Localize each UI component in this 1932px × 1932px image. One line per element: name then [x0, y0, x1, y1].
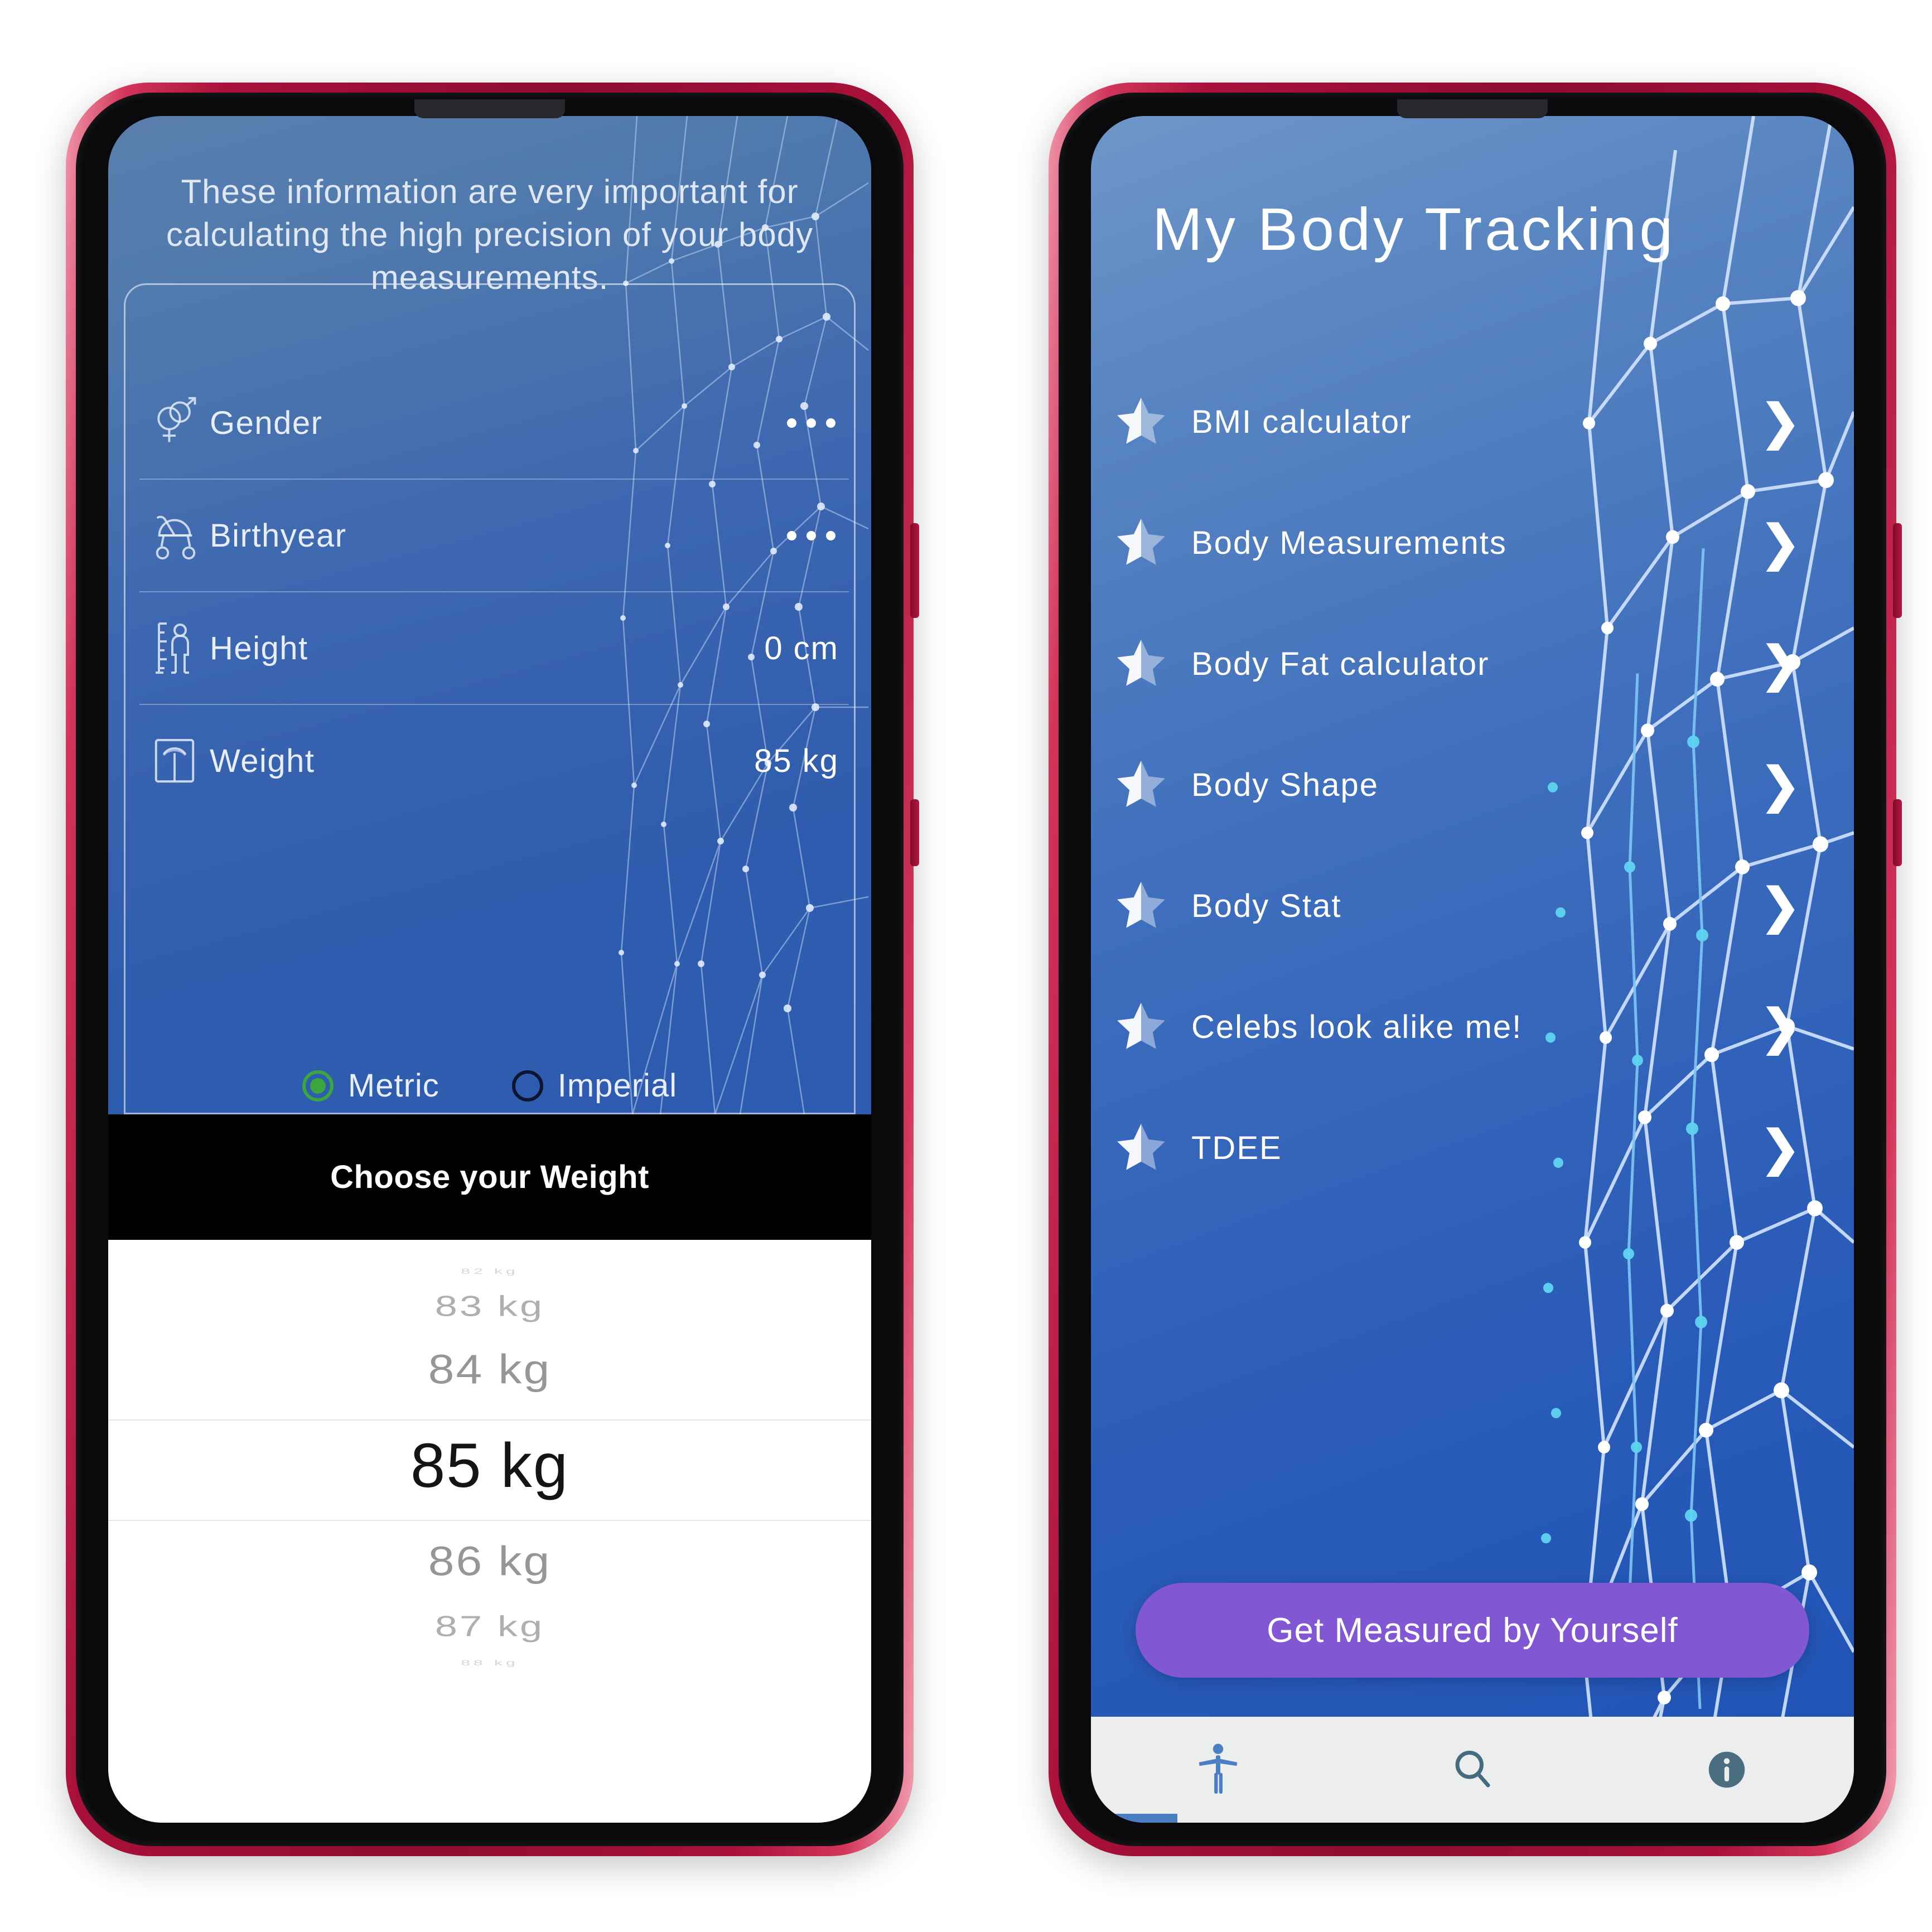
- weight-picker-wheel[interactable]: 82 kg 83 kg 84 kg 85 kg 86 kg 87 kg 88 k…: [108, 1240, 871, 1823]
- chevron-right-icon[interactable]: ❯: [1760, 882, 1800, 930]
- unit-system-selector: Metric Imperial: [108, 1067, 871, 1104]
- right-phone-frame: My Body Tracking BMI calculator ❯ Body M…: [1049, 83, 1902, 1856]
- nav-active-indicator: [1111, 1814, 1178, 1823]
- picker-item-selected[interactable]: 85 kg: [108, 1429, 871, 1501]
- picker-item-far-top[interactable]: 82 kg: [108, 1267, 871, 1276]
- menu-item-tdee[interactable]: TDEE ❯: [1091, 1088, 1854, 1209]
- menu-item-label: Body Shape: [1191, 766, 1379, 803]
- chevron-right-icon[interactable]: ❯: [1760, 640, 1800, 688]
- picker-item-far-bottom[interactable]: 88 kg: [108, 1659, 871, 1667]
- picker-item-adjacent-bottom[interactable]: 86 kg: [108, 1538, 871, 1585]
- radio-option-metric[interactable]: Metric: [302, 1067, 439, 1104]
- menu-item-label: Celebs look alike me!: [1191, 1008, 1523, 1045]
- get-measured-button-label: Get Measured by Yourself: [1267, 1611, 1678, 1650]
- chevron-right-icon[interactable]: ❯: [1760, 1003, 1800, 1051]
- menu-item-bmi-calculator[interactable]: BMI calculator ❯: [1091, 361, 1854, 482]
- nav-tab-info[interactable]: [1600, 1717, 1854, 1823]
- birthyear-value-ellipsis[interactable]: [787, 530, 835, 540]
- menu-item-body-fat-calculator[interactable]: Body Fat calculator ❯: [1091, 603, 1854, 724]
- left-phone-frame: These information are very important for…: [66, 83, 919, 1856]
- picker-title: Choose your Weight: [330, 1159, 649, 1195]
- lead-description: These information are very important for…: [166, 173, 814, 296]
- radio-metric-label: Metric: [347, 1068, 439, 1104]
- gender-value-ellipsis[interactable]: [787, 418, 835, 428]
- bottom-navigation-bar: [1091, 1717, 1854, 1823]
- half-star-icon[interactable]: [1091, 757, 1191, 814]
- radio-imperial-label: Imperial: [557, 1068, 678, 1104]
- radio-imperial-indicator[interactable]: [511, 1070, 543, 1102]
- half-star-icon[interactable]: [1091, 1120, 1191, 1177]
- half-star-icon[interactable]: [1091, 878, 1191, 935]
- form-label-gender: Gender: [210, 404, 323, 441]
- form-row-gender[interactable]: Gender: [139, 367, 849, 480]
- stroller-icon: [139, 510, 210, 561]
- half-star-icon[interactable]: [1091, 394, 1191, 451]
- home-screen: My Body Tracking BMI calculator ❯ Body M…: [1091, 116, 1854, 1823]
- right-phone-bezel: My Body Tracking BMI calculator ❯ Body M…: [1059, 93, 1886, 1846]
- menu-item-body-shape[interactable]: Body Shape ❯: [1091, 724, 1854, 846]
- earpiece-speaker: [414, 99, 565, 118]
- menu-item-label: TDEE: [1191, 1129, 1282, 1166]
- measurement-form: Gender Birthyear Height 0 cm Weight 85 k…: [139, 367, 849, 817]
- menu-item-body-stat[interactable]: Body Stat ❯: [1091, 846, 1854, 967]
- right-phone-volume-button[interactable]: [1893, 523, 1902, 618]
- menu-item-body-measurements[interactable]: Body Measurements ❯: [1091, 482, 1854, 603]
- nav-tab-body[interactable]: [1091, 1717, 1345, 1823]
- picker-selection-line-bottom: [108, 1520, 871, 1521]
- half-star-icon[interactable]: [1091, 999, 1191, 1056]
- page-title: My Body Tracking: [1152, 195, 1676, 263]
- chevron-right-icon[interactable]: ❯: [1760, 1124, 1800, 1172]
- left-phone-bezel: These information are very important for…: [76, 93, 904, 1846]
- half-star-icon[interactable]: [1091, 515, 1191, 572]
- picker-item-near-top[interactable]: 83 kg: [108, 1289, 871, 1322]
- left-phone-power-button[interactable]: [910, 799, 919, 866]
- radio-metric-indicator[interactable]: [302, 1070, 334, 1102]
- menu-item-label: Body Stat: [1191, 887, 1342, 924]
- form-value-weight[interactable]: 85 kg: [754, 742, 839, 780]
- picker-item-adjacent-top[interactable]: 84 kg: [108, 1346, 871, 1393]
- feature-menu-list: BMI calculator ❯ Body Measurements ❯ Bod…: [1091, 361, 1854, 1209]
- picker-title-bar: Choose your Weight: [108, 1114, 871, 1240]
- right-phone-power-button[interactable]: [1893, 799, 1902, 866]
- form-value-height[interactable]: 0 cm: [764, 630, 839, 667]
- form-row-birthyear[interactable]: Birthyear: [139, 480, 849, 592]
- gender-icon: [139, 396, 210, 450]
- nav-tab-search[interactable]: [1345, 1717, 1600, 1823]
- earpiece-speaker: [1397, 99, 1548, 118]
- chevron-right-icon[interactable]: ❯: [1760, 761, 1800, 809]
- left-phone-volume-button[interactable]: [910, 523, 919, 618]
- picker-selection-line-top: [108, 1419, 871, 1421]
- data-entry-panel: These information are very important for…: [108, 116, 871, 1114]
- left-phone-screen: These information are very important for…: [108, 116, 871, 1823]
- picker-item-near-bottom[interactable]: 87 kg: [108, 1610, 871, 1643]
- menu-item-celebs-look-alike-me[interactable]: Celebs look alike me! ❯: [1091, 967, 1854, 1088]
- form-label-weight: Weight: [210, 742, 315, 779]
- height-icon: [139, 620, 210, 676]
- menu-item-label: Body Fat calculator: [1191, 645, 1490, 682]
- radio-option-imperial[interactable]: Imperial: [511, 1067, 678, 1104]
- form-label-height: Height: [210, 630, 308, 666]
- menu-item-label: BMI calculator: [1191, 403, 1412, 440]
- menu-item-label: Body Measurements: [1191, 524, 1507, 561]
- scale-icon: [139, 736, 210, 786]
- screenshot-canvas: These information are very important for…: [0, 0, 1932, 1932]
- right-phone-screen: My Body Tracking BMI calculator ❯ Body M…: [1091, 116, 1854, 1823]
- form-label-birthyear: Birthyear: [210, 517, 347, 554]
- half-star-icon[interactable]: [1091, 636, 1191, 693]
- get-measured-button[interactable]: Get Measured by Yourself: [1136, 1583, 1809, 1678]
- form-row-height[interactable]: Height 0 cm: [139, 592, 849, 705]
- chevron-right-icon[interactable]: ❯: [1760, 398, 1800, 446]
- form-row-weight[interactable]: Weight 85 kg: [139, 705, 849, 817]
- chevron-right-icon[interactable]: ❯: [1760, 519, 1800, 567]
